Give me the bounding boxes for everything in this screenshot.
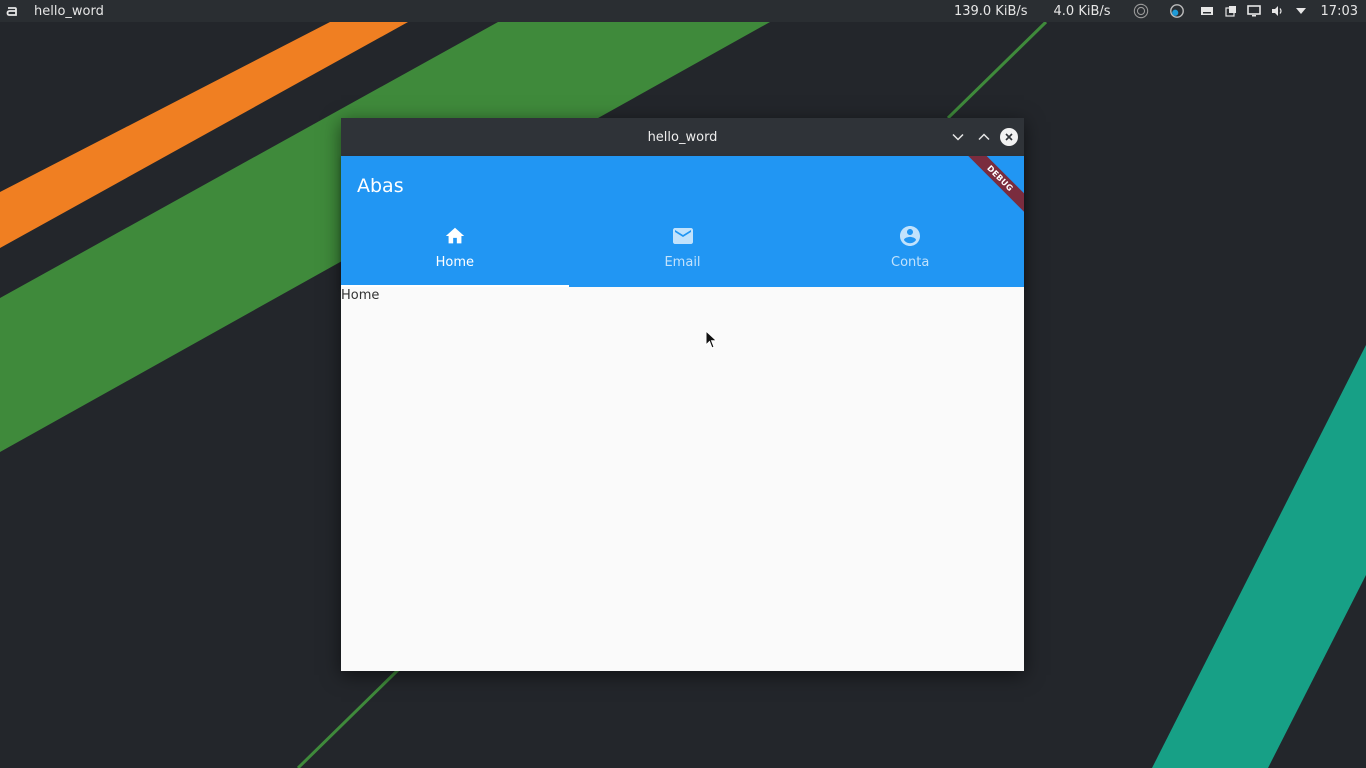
app-bar-title: Abas [357, 175, 404, 197]
activity-icon[interactable] [1133, 3, 1149, 19]
close-button[interactable] [1000, 128, 1018, 146]
tab-content-text: Home [341, 288, 380, 303]
window-titlebar[interactable]: hello_word [341, 118, 1024, 156]
tab-email[interactable]: Email [569, 218, 797, 287]
minimize-button[interactable] [948, 127, 968, 147]
tab-label: Home [435, 255, 475, 270]
top-panel: hello_word 139.0 KiB/s 4.0 KiB/s 17:03 [0, 0, 1366, 22]
display-icon[interactable] [1246, 3, 1261, 19]
network-download-speed: 139.0 KiB/s [953, 3, 1028, 19]
mouse-cursor-icon [705, 330, 718, 349]
app-launcher-icon[interactable] [1, 0, 23, 22]
email-icon [671, 224, 695, 248]
active-app-title[interactable]: hello_word [34, 4, 104, 19]
chevron-down-icon[interactable] [1295, 3, 1307, 19]
tab-label: Email [664, 255, 701, 270]
clipboard-icon[interactable] [1224, 3, 1237, 19]
volume-icon[interactable] [1271, 3, 1285, 19]
clock[interactable]: 17:03 [1321, 4, 1358, 19]
account-circle-icon [898, 224, 922, 248]
app-window: hello_word Abas DEBUG Home Email Conta H… [341, 118, 1024, 671]
tab-bar: Home Email Conta [341, 218, 1024, 287]
network-upload-speed: 4.0 KiB/s [1053, 3, 1111, 19]
tab-label: Conta [891, 255, 930, 270]
home-icon [443, 224, 467, 248]
debug-banner: DEBUG [960, 156, 1024, 219]
storage-icon[interactable] [1199, 3, 1215, 19]
tab-home[interactable]: Home [341, 218, 569, 287]
window-title: hello_word [647, 129, 718, 145]
tab-conta[interactable]: Conta [796, 218, 1024, 287]
maximize-button[interactable] [974, 127, 994, 147]
tab-content: Home [341, 287, 1024, 671]
app-bar: Abas DEBUG Home Email Conta [341, 156, 1024, 287]
update-icon[interactable] [1169, 3, 1185, 19]
